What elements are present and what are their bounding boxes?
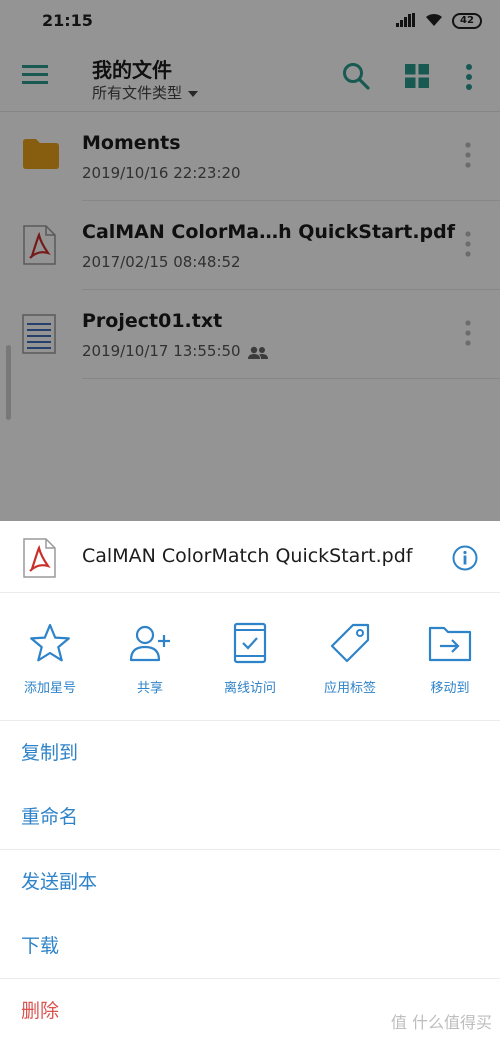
sheet-menu: 复制到 重命名 发送副本 下载 删除 [0,721,500,1041]
add-star-button[interactable]: 添加星号 [0,593,100,721]
share-button[interactable]: 共享 [100,593,200,721]
watermark: 值 什么值得买 [390,1013,492,1032]
offline-device-icon [228,621,272,665]
rename-item[interactable]: 重命名 [0,785,500,849]
sheet-file-name: CalMAN ColorMatch QuickStart.pdf [82,545,413,567]
apply-tag-label: 应用标签 [323,681,376,696]
move-folder-icon [428,621,472,665]
apply-tag-button[interactable]: 应用标签 [300,593,400,721]
add-star-label: 添加星号 [23,681,76,696]
send-copy-item[interactable]: 发送副本 [0,850,500,914]
move-to-label: 移动到 [430,681,470,696]
info-icon[interactable] [452,545,478,575]
pdf-file-icon [22,538,56,582]
download-item[interactable]: 下载 [0,914,500,978]
copy-to-item[interactable]: 复制到 [0,721,500,785]
offline-access-label: 离线访问 [223,681,276,696]
move-to-button[interactable]: 移动到 [400,593,500,721]
star-icon [28,621,72,665]
tag-icon [328,621,372,665]
sheet-header: CalMAN ColorMatch QuickStart.pdf [0,521,500,593]
offline-access-button[interactable]: 离线访问 [200,593,300,721]
add-person-icon [128,621,172,665]
share-label: 共享 [136,681,163,696]
file-actions-sheet: CalMAN ColorMatch QuickStart.pdf 添加星号 共享… [0,521,500,1041]
quick-actions: 添加星号 共享 离线访问 应用标签 移动到 [0,593,500,721]
